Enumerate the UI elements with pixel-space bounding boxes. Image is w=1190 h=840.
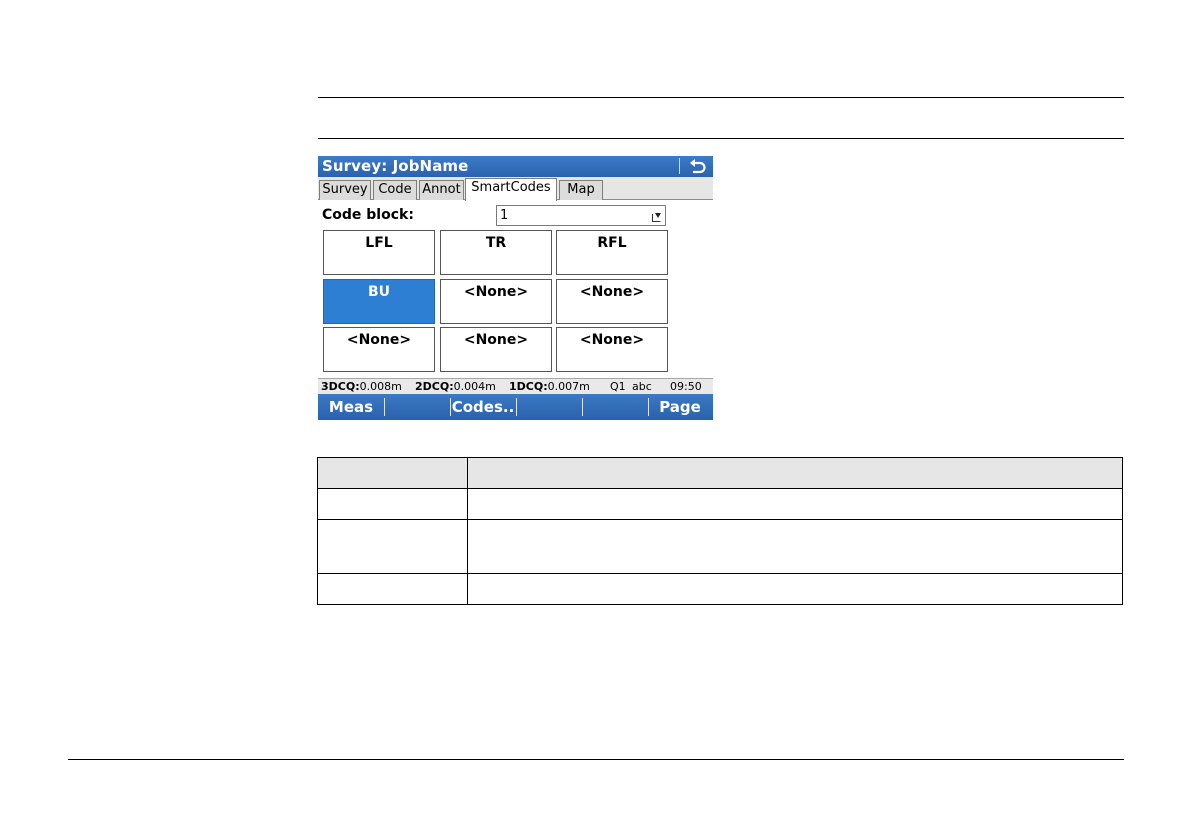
device-screen: Survey: JobName Survey Code Annot SmartC… — [318, 156, 713, 420]
table-cell — [317, 573, 468, 605]
tab-survey[interactable]: Survey — [319, 180, 371, 200]
code-block-value: 1 — [500, 208, 509, 223]
fn-key-page[interactable]: Page — [647, 394, 713, 420]
code-cell-selected[interactable]: BU — [323, 279, 435, 324]
tab-code[interactable]: Code — [373, 180, 417, 200]
back-arrow-icon[interactable] — [684, 157, 710, 176]
screen-title: Survey: JobName — [322, 157, 469, 175]
status-bar: 3DCQ:0.008m 2DCQ:0.004m 1DCQ:0.007m Q1 a… — [318, 378, 713, 394]
status-input-mode: abc — [632, 380, 652, 393]
fn-key-codes[interactable]: Codes.. — [450, 394, 516, 420]
table-header-cell — [467, 457, 1123, 489]
table-cell — [317, 519, 468, 574]
code-block-label: Code block: — [322, 207, 414, 223]
fn-key-meas[interactable]: Meas — [318, 394, 384, 420]
code-cell[interactable]: <None> — [440, 279, 552, 324]
dropdown-arrow-icon — [652, 209, 662, 222]
status-2dcq: 2DCQ:0.004m — [415, 380, 496, 393]
status-time: 09:50 — [670, 380, 702, 393]
status-3dcq: 3DCQ:0.008m — [321, 380, 402, 393]
code-cell[interactable]: <None> — [440, 327, 552, 372]
title-separator — [679, 158, 680, 174]
header-rule-top — [318, 97, 1124, 98]
status-solution: Q1 — [610, 380, 626, 393]
tab-map[interactable]: Map — [559, 180, 603, 200]
status-1dcq: 1DCQ:0.007m — [509, 380, 590, 393]
table-header-row — [317, 457, 1123, 489]
code-cell[interactable]: TR — [440, 230, 552, 275]
description-table — [317, 457, 1123, 605]
tab-annot[interactable]: Annot — [419, 180, 464, 200]
footer-rule — [68, 759, 1124, 760]
code-cell[interactable]: <None> — [323, 327, 435, 372]
function-key-bar: Meas Codes.. Page — [318, 394, 713, 420]
table-cell — [467, 519, 1123, 574]
code-block-select[interactable]: 1 — [496, 205, 666, 226]
tab-smartcodes[interactable]: SmartCodes — [465, 178, 557, 201]
title-bar: Survey: JobName — [318, 156, 713, 177]
table-row — [317, 488, 1123, 520]
fn-key-2[interactable] — [384, 394, 450, 420]
fn-key-5[interactable] — [582, 394, 648, 420]
table-row — [317, 519, 1123, 574]
code-cell[interactable]: RFL — [556, 230, 668, 275]
code-cell[interactable]: <None> — [556, 327, 668, 372]
table-row — [317, 573, 1123, 605]
code-cell[interactable]: <None> — [556, 279, 668, 324]
table-cell — [467, 573, 1123, 605]
tab-bar: Survey Code Annot SmartCodes Map — [318, 177, 713, 201]
table-cell — [317, 488, 468, 520]
table-cell — [467, 488, 1123, 520]
header-rule-bottom — [318, 138, 1124, 139]
fn-key-4[interactable] — [516, 394, 582, 420]
code-cell[interactable]: LFL — [323, 230, 435, 275]
table-header-cell — [317, 457, 468, 489]
